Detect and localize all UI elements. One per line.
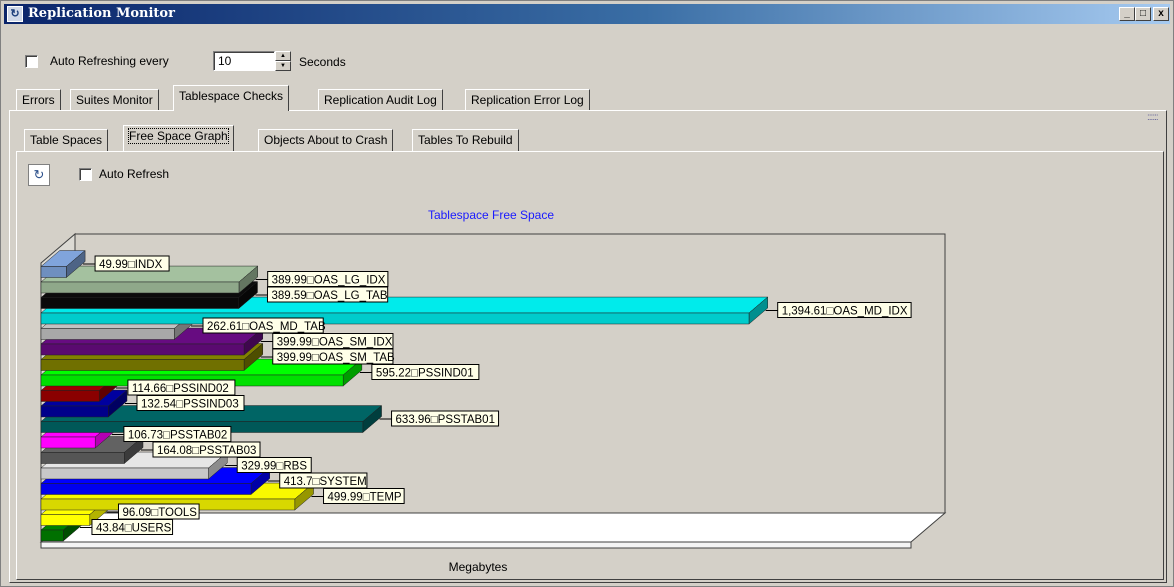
tab-free-space-graph[interactable]: Free Space Graph [123, 125, 234, 151]
tab-free-space-graph-label: Free Space Graph [128, 128, 229, 144]
data-label: 43.84□USERS [96, 523, 172, 535]
data-label: 399.99□OAS_SM_IDX [277, 337, 393, 349]
bar-front-face [40, 405, 109, 418]
data-label: 106.73□PSSTAB02 [128, 430, 227, 442]
bar-front-face [40, 483, 252, 495]
chart-floor-edge [40, 541, 912, 549]
data-label: 413.7□SYSTEM [284, 476, 367, 488]
bar-front-face [40, 359, 245, 371]
data-label: 595.22□PSSIND01 [376, 368, 474, 380]
data-label: 164.08□PSSTAB03 [157, 445, 256, 457]
data-label: 49.99□INDX [99, 259, 163, 271]
data-label: 96.09□TOOLS [122, 507, 197, 519]
data-label: 399.99□OAS_SM_TAB [277, 352, 395, 364]
bar-front-face [40, 343, 245, 356]
bar-front-face [40, 436, 96, 449]
data-label: 114.66□PSSIND02 [132, 383, 229, 395]
tab-tablespace-checks[interactable]: Tablespace Checks [173, 85, 290, 111]
data-label: 499.99□TEMP [328, 492, 402, 504]
bar-front-face [40, 390, 100, 402]
bar-front-face [40, 452, 125, 464]
bar-front-face [40, 529, 64, 542]
bar-front-face [40, 266, 67, 278]
bar-front-face [40, 467, 209, 480]
bar-front-face [40, 328, 175, 340]
data-label: 389.99□OAS_LG_IDX [272, 275, 386, 287]
bar-front-face [40, 297, 240, 309]
tab-tablespace-checks-label: Tablespace Checks [179, 89, 284, 103]
data-label: 633.96□PSSTAB01 [396, 414, 495, 426]
bar-front-face [40, 281, 240, 294]
replication-monitor-window: ↻ Replication Monitor _ □ x Auto Refresh… [0, 0, 1174, 587]
bar-front-face [40, 312, 750, 325]
bar-front-face [40, 514, 91, 526]
data-label: 389.59□OAS_LG_TAB [271, 290, 387, 302]
x-axis-label: Megabytes [449, 560, 508, 574]
data-label: 262.61□OAS_MD_TAB [207, 321, 326, 333]
data-label: 132.54□PSSIND03 [141, 399, 239, 411]
data-label: 1,394.61□OAS_MD_IDX [782, 306, 908, 318]
data-label: 329.99□RBS [241, 461, 307, 473]
chart-title: Tablespace Free Space [428, 208, 554, 222]
